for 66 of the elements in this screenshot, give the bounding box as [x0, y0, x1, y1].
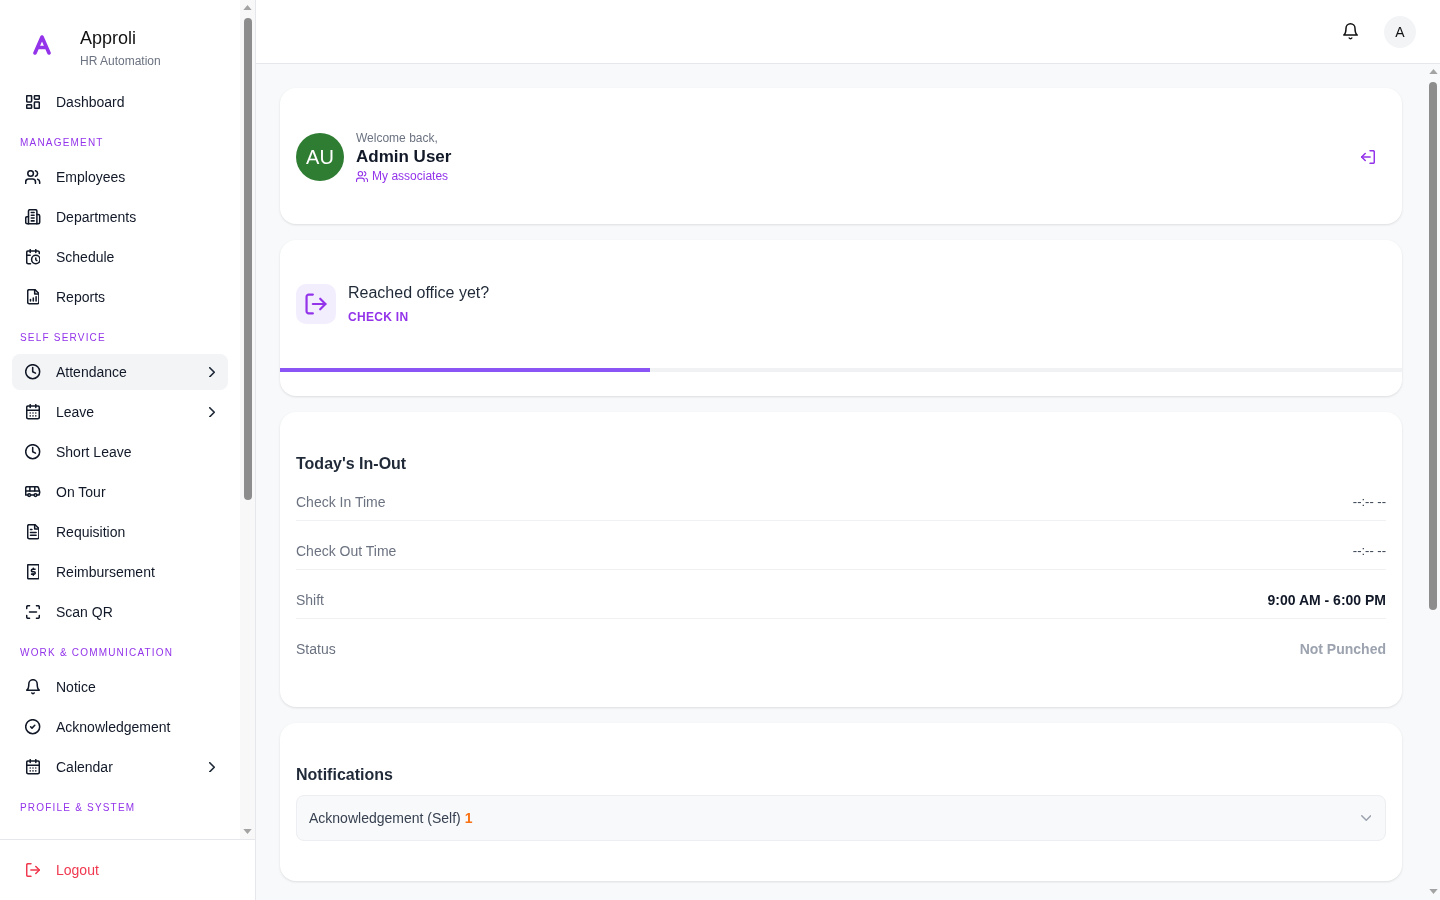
calendar-clock-icon — [25, 249, 41, 265]
field-value: --:-- -- — [1352, 493, 1386, 511]
scrollbar-thumb[interactable] — [243, 18, 252, 500]
user-avatar: AU — [296, 133, 344, 181]
section-heading: PROFILE & SYSTEM — [19, 801, 137, 815]
bus-icon — [25, 486, 41, 498]
logout-icon — [26, 863, 40, 877]
notification-count: 1 — [464, 810, 473, 826]
scroll-down-icon[interactable] — [1428, 889, 1438, 894]
building-icon — [25, 209, 41, 225]
users-icon — [25, 170, 41, 184]
field-label: Shift — [296, 591, 324, 610]
section-heading: SELF SERVICE — [19, 331, 107, 345]
field-value: Not Punched — [1299, 640, 1386, 659]
section-heading: MANAGEMENT — [19, 136, 105, 150]
clock-icon — [25, 444, 41, 460]
sidebar-nav-item[interactable]: Short Leave — [12, 434, 228, 470]
app-name: Approli — [80, 27, 138, 50]
clock-icon — [25, 364, 41, 380]
profile-avatar-button[interactable]: A — [1384, 15, 1416, 48]
scroll-up-icon[interactable] — [1428, 69, 1438, 74]
sidebar-nav-item[interactable]: Employees — [12, 159, 228, 195]
grid-icon — [26, 95, 40, 109]
section-heading: WORK & COMMUNICATION — [19, 646, 175, 660]
scan-icon — [26, 605, 40, 619]
notification-accordion[interactable]: Acknowledgement (Self) 1 — [296, 795, 1386, 841]
check-in-question: Reached office yet? — [348, 283, 490, 303]
user-name: Admin User — [356, 146, 452, 168]
calendar-icon — [26, 759, 40, 775]
notifications-button[interactable] — [1343, 23, 1358, 40]
scroll-up-icon[interactable] — [243, 5, 252, 10]
field-label: Check Out Time — [296, 542, 397, 561]
sidebar-nav-item[interactable]: Reports — [12, 279, 228, 315]
sidebar-nav-item[interactable]: Requisition — [12, 514, 228, 550]
sidebar-nav-item[interactable]: Reimbursement — [12, 554, 228, 590]
calendar-icon — [26, 404, 40, 420]
chart-document-icon — [26, 289, 40, 305]
scrollbar-thumb[interactable] — [1429, 82, 1437, 610]
scroll-down-icon[interactable] — [243, 829, 252, 834]
sidebar-nav-item[interactable]: Schedule — [12, 239, 228, 275]
app-tagline: HR Automation — [80, 53, 161, 69]
document-icon — [26, 524, 40, 540]
field-value: --:-- -- — [1352, 542, 1386, 560]
sidebar-nav-item[interactable]: Dashboard — [12, 84, 228, 120]
field-label: Check In Time — [296, 493, 386, 512]
sidebar-nav-item[interactable]: Scan QR — [12, 594, 228, 630]
bell-icon — [26, 679, 40, 695]
sidebar-nav-item[interactable]: On Tour — [12, 474, 228, 510]
associates-link[interactable]: My associates — [356, 168, 449, 184]
card-title: Today's In-Out — [296, 456, 408, 472]
field-label: Status — [296, 640, 336, 659]
sidebar-nav-item[interactable]: Acknowledgement — [12, 709, 228, 745]
logout-button[interactable]: Logout — [12, 852, 243, 888]
sidebar-nav-item[interactable]: Notice — [12, 669, 228, 705]
check-in-button[interactable]: CHECK IN — [348, 309, 409, 325]
card-title: Notifications — [296, 767, 394, 783]
logo-icon — [33, 35, 51, 55]
sidebar-nav-item[interactable]: Calendar — [12, 749, 228, 785]
sidebar-nav-item[interactable]: Leave — [12, 394, 228, 430]
sidebar-nav-item[interactable]: Attendance — [12, 354, 228, 390]
sidebar-nav-item[interactable]: Departments — [12, 199, 228, 235]
dollar-document-icon — [26, 564, 40, 580]
users-icon — [356, 170, 369, 182]
welcome-text: Welcome back, — [356, 130, 438, 146]
bell-icon — [1343, 23, 1358, 40]
field-value: 9:00 AM - 6:00 PM — [1267, 591, 1386, 610]
